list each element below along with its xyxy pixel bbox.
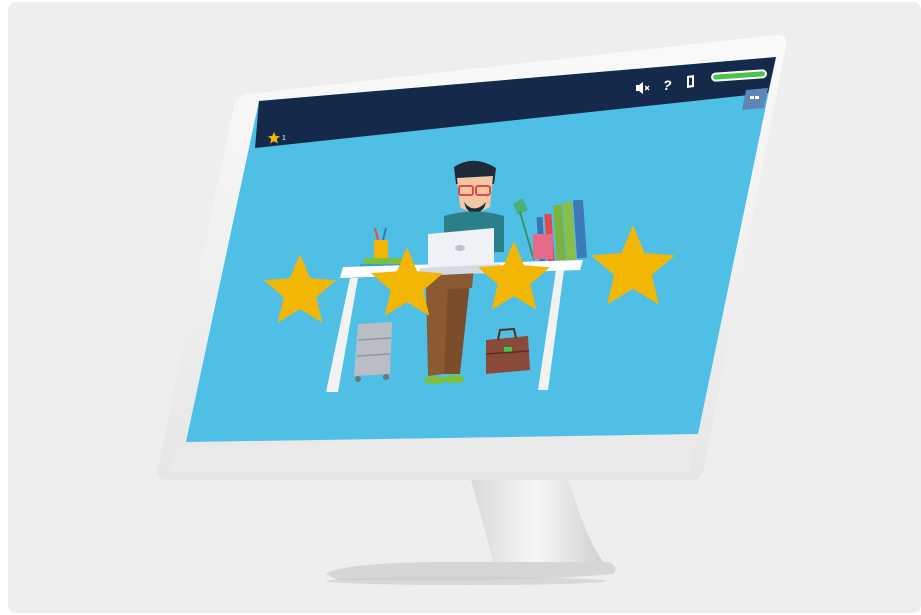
book-icon bbox=[687, 75, 694, 88]
menu-button[interactable] bbox=[742, 88, 768, 110]
drawer-cabinet bbox=[354, 322, 392, 382]
help-button[interactable]: ? bbox=[663, 77, 672, 93]
book-button[interactable] bbox=[687, 75, 694, 88]
presentation-canvas: 1 ? bbox=[8, 2, 921, 613]
monitor-stand bbox=[326, 476, 616, 585]
score-count: 1 bbox=[282, 135, 286, 142]
